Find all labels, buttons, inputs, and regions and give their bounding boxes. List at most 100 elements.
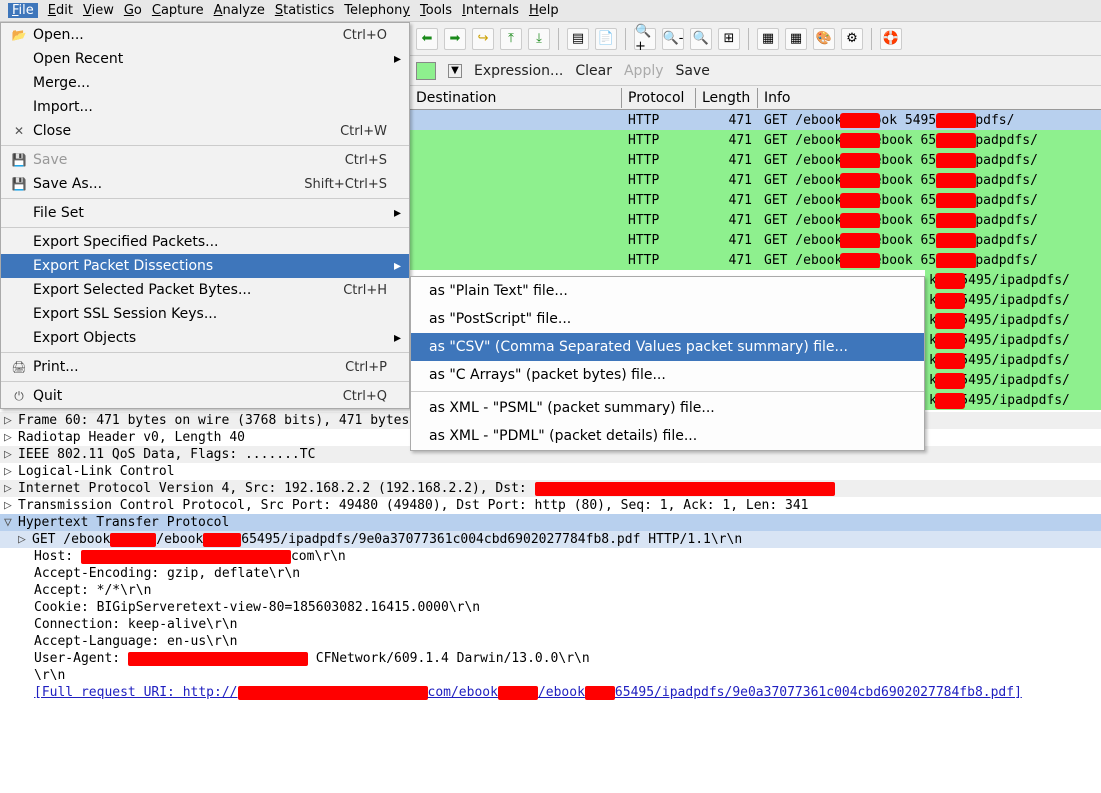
tree-http[interactable]: Hypertext Transfer Protocol <box>18 515 229 530</box>
tree-get[interactable]: GET /ebook/ebook65495/ipadpdfs/9e0a37077… <box>32 532 742 547</box>
tree-accept[interactable]: Accept: */*\r\n <box>34 583 151 598</box>
resize-cols-icon[interactable]: ⊞ <box>718 28 740 50</box>
packet-row[interactable]: k 765495/ipadpdfs/ <box>925 270 1101 290</box>
go-last-icon[interactable]: ⤓ <box>528 28 550 50</box>
expand-icon[interactable]: ▷ <box>4 430 18 445</box>
col-protocol[interactable]: Protocol <box>622 88 696 108</box>
menu-item[interactable]: 🖨Print...Ctrl+P <box>1 355 409 379</box>
menu-internals[interactable]: Internals <box>462 3 519 18</box>
menu-item[interactable]: Merge... <box>1 71 409 95</box>
menu-file[interactable]: File <box>8 3 38 18</box>
packet-row[interactable]: HTTP471GET /ebooka s/ebook 65495/ipadpdf… <box>410 210 1101 230</box>
packet-row[interactable]: k 765495/ipadpdfs/ <box>925 390 1101 410</box>
col-length[interactable]: Length <box>696 88 758 108</box>
zoom-reset-icon[interactable]: 🔍 <box>690 28 712 50</box>
packet-row[interactable]: k 765495/ipadpdfs/ <box>925 310 1101 330</box>
packet-row[interactable]: k 765495/ipadpdfs/ <box>925 350 1101 370</box>
tree-radiotap[interactable]: Radiotap Header v0, Length 40 <box>18 430 245 445</box>
col-destination[interactable]: Destination <box>410 88 622 108</box>
menu-item[interactable]: ⏻QuitCtrl+Q <box>1 384 409 408</box>
filter-dropdown-icon[interactable]: ▼ <box>448 64 462 78</box>
packet-row[interactable]: HTTP471GET /ebooka s/ebook 65495/ipadpdf… <box>410 130 1101 150</box>
packet-details-tree[interactable]: ▷Frame 60: 471 bytes on wire (3768 bits)… <box>0 410 1101 703</box>
packet-row[interactable]: HTTP471GET /ebooka s/ebook 65495/ipadpdf… <box>410 150 1101 170</box>
coloring-rules-icon[interactable]: 🎨 <box>813 28 835 50</box>
tree-host[interactable]: Host: com\r\n <box>34 549 346 564</box>
expand-icon[interactable]: ▷ <box>4 447 18 462</box>
tree-ieee[interactable]: IEEE 802.11 QoS Data, Flags: .......TC <box>18 447 315 462</box>
menu-item[interactable]: Export SSL Session Keys... <box>1 302 409 326</box>
save-button[interactable]: Save <box>676 63 710 79</box>
packet-row[interactable]: k 765495/ipadpdfs/ <box>925 330 1101 350</box>
filter-input[interactable] <box>416 62 436 80</box>
zoom-in-icon[interactable]: 🔍+ <box>634 28 656 50</box>
expand-icon[interactable]: ▷ <box>4 498 18 513</box>
menu-edit[interactable]: Edit <box>48 3 73 18</box>
prefs-icon[interactable]: ⚙ <box>841 28 863 50</box>
jump-icon[interactable]: ↪ <box>472 28 494 50</box>
menu-go[interactable]: Go <box>124 3 142 18</box>
autoscroll-icon[interactable]: 📄 <box>595 28 617 50</box>
packet-row[interactable]: HTTP471GET /ebooka s/ebook 65495/ipadpdf… <box>410 230 1101 250</box>
apply-button[interactable]: Apply <box>624 63 664 79</box>
submenu-item[interactable]: as XML - "PSML" (packet summary) file... <box>411 394 924 422</box>
menu-item[interactable]: Export Specified Packets... <box>1 230 409 254</box>
tree-accept-lang[interactable]: Accept-Language: en-us\r\n <box>34 634 238 649</box>
help-icon[interactable]: 🛟 <box>880 28 902 50</box>
submenu-item[interactable]: as "C Arrays" (packet bytes) file... <box>411 361 924 389</box>
menu-telephony[interactable]: Telephony <box>344 3 410 18</box>
packet-row[interactable]: k 765495/ipadpdfs/ <box>925 290 1101 310</box>
tree-llc[interactable]: Logical-Link Control <box>18 464 175 479</box>
menu-tools[interactable]: Tools <box>420 3 452 18</box>
menu-item[interactable]: File Set▸ <box>1 201 409 225</box>
submenu-item[interactable]: as XML - "PDML" (packet details) file... <box>411 422 924 450</box>
menu-help[interactable]: Help <box>529 3 559 18</box>
go-first-icon[interactable]: ⤒ <box>500 28 522 50</box>
back-icon[interactable]: ⬅ <box>416 28 438 50</box>
menu-item[interactable]: Import... <box>1 95 409 119</box>
menu-view[interactable]: View <box>83 3 114 18</box>
tree-cookie[interactable]: Cookie: BIGipServeretext-view-80=1856030… <box>34 600 480 615</box>
submenu-item[interactable]: as "PostScript" file... <box>411 305 924 333</box>
menu-item[interactable]: ✕CloseCtrl+W <box>1 119 409 143</box>
menu-item[interactable]: 💾Save As...Shift+Ctrl+S <box>1 172 409 196</box>
packet-row[interactable]: HTTP471GET /ebooka s/ebook 65495/ipadpdf… <box>410 170 1101 190</box>
display-filters-icon[interactable]: ▦ <box>785 28 807 50</box>
expand-icon[interactable]: ▷ <box>18 532 32 547</box>
tree-crlf[interactable]: \r\n <box>34 668 65 683</box>
tree-tcp[interactable]: Transmission Control Protocol, Src Port:… <box>18 498 809 513</box>
menu-statistics[interactable]: Statistics <box>275 3 334 18</box>
menu-item[interactable]: Export Packet Dissections▸ <box>1 254 409 278</box>
submenu-item[interactable]: as "CSV" (Comma Separated Values packet … <box>411 333 924 361</box>
menu-item[interactable]: Open Recent▸ <box>1 47 409 71</box>
menu-item[interactable]: 💾SaveCtrl+S <box>1 148 409 172</box>
clear-button[interactable]: Clear <box>575 63 612 79</box>
packet-list-header: Destination Protocol Length Info <box>410 86 1101 110</box>
zoom-out-icon[interactable]: 🔍- <box>662 28 684 50</box>
tree-accept-encoding[interactable]: Accept-Encoding: gzip, deflate\r\n <box>34 566 300 581</box>
menu-item[interactable]: 📂Open...Ctrl+O <box>1 23 409 47</box>
capture-filters-icon[interactable]: ▦ <box>757 28 779 50</box>
collapse-icon[interactable]: ▽ <box>4 515 18 530</box>
colorize-icon[interactable]: ▤ <box>567 28 589 50</box>
menu-capture[interactable]: Capture <box>152 3 204 18</box>
packet-row[interactable]: HTTP471GET /ebooka s/ebook 65495/ipadpdf… <box>410 190 1101 210</box>
tree-full-uri[interactable]: [Full request URI: http://com/ebook/eboo… <box>34 685 1022 700</box>
menu-item[interactable]: Export Selected Packet Bytes...Ctrl+H <box>1 278 409 302</box>
expression-button[interactable]: Expression... <box>474 63 563 79</box>
menu-item[interactable]: Export Objects▸ <box>1 326 409 350</box>
expand-icon[interactable]: ▷ <box>4 481 18 496</box>
packet-row[interactable]: HTTP471GET /ebooka s/ebook 65495/ipadpdf… <box>410 250 1101 270</box>
forward-icon[interactable]: ➡ <box>444 28 466 50</box>
tree-connection[interactable]: Connection: keep-alive\r\n <box>34 617 238 632</box>
expand-icon[interactable]: ▷ <box>4 413 18 428</box>
tree-user-agent[interactable]: User-Agent: CFNetwork/609.1.4 Darwin/13.… <box>34 651 590 666</box>
expand-icon[interactable]: ▷ <box>4 464 18 479</box>
menu-analyze[interactable]: Analyze <box>214 3 265 18</box>
submenu-item[interactable]: as "Plain Text" file... <box>411 277 924 305</box>
file-menu-dropdown: 📂Open...Ctrl+OOpen Recent▸Merge...Import… <box>0 22 410 409</box>
tree-ip[interactable]: Internet Protocol Version 4, Src: 192.16… <box>18 481 835 496</box>
col-info[interactable]: Info <box>758 88 1101 108</box>
packet-row[interactable]: k 765495/ipadpdfs/ <box>925 370 1101 390</box>
packet-row[interactable]: HTTP471GET /ebook /ebook 5495/ipadpdfs/ <box>410 110 1101 130</box>
